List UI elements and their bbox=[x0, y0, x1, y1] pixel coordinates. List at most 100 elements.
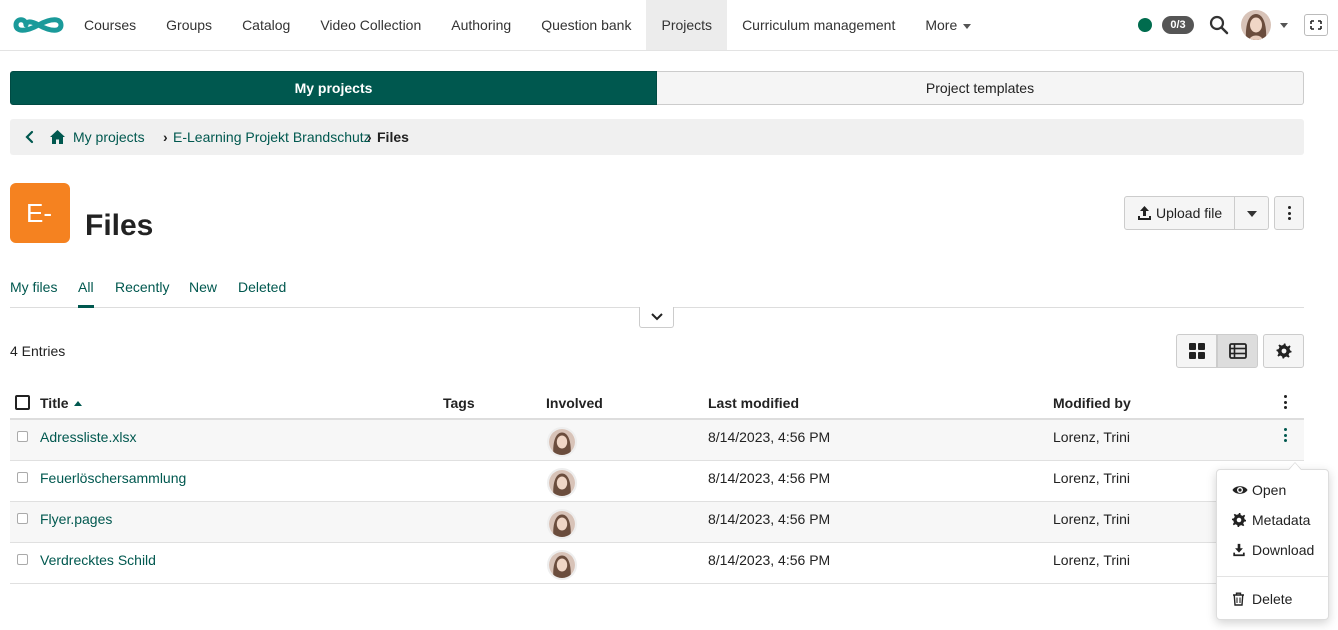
home-icon[interactable] bbox=[49, 129, 66, 145]
tab-deleted[interactable]: Deleted bbox=[238, 272, 286, 308]
file-title-link[interactable]: Verdrecktes Schild bbox=[40, 552, 156, 568]
row-context-menu: Open Metadata Download Delete bbox=[1216, 469, 1329, 620]
fullscreen-button[interactable] bbox=[1304, 14, 1328, 36]
tab-project-templates[interactable]: Project templates bbox=[657, 71, 1304, 105]
last-modified-date: 8/14/2023, 4:56 PM bbox=[708, 429, 831, 445]
nav-courses[interactable]: Courses bbox=[69, 0, 151, 50]
menu-divider bbox=[1217, 576, 1328, 577]
breadcrumb-my-projects[interactable]: My projects bbox=[73, 119, 145, 155]
tab-recently[interactable]: Recently bbox=[115, 272, 169, 308]
search-icon[interactable] bbox=[1209, 15, 1229, 35]
menu-item-delete-label: Delete bbox=[1252, 591, 1293, 607]
menu-item-metadata[interactable]: Metadata bbox=[1217, 507, 1328, 533]
nav-question-bank[interactable]: Question bank bbox=[526, 0, 646, 50]
online-status-icon[interactable] bbox=[1138, 18, 1152, 32]
file-title-link[interactable]: Feuerlöschersammlung bbox=[40, 470, 186, 486]
involved-avatar bbox=[547, 468, 577, 498]
last-modified-date: 8/14/2023, 4:56 PM bbox=[708, 552, 831, 568]
select-all-checkbox[interactable] bbox=[15, 395, 30, 410]
user-avatar[interactable] bbox=[1241, 10, 1271, 40]
nav-more-label: More bbox=[925, 17, 958, 33]
breadcrumb: My projects › E-Learning Projekt Brandsc… bbox=[10, 119, 1304, 155]
nav-more[interactable]: More bbox=[910, 0, 986, 50]
nav-catalog[interactable]: Catalog bbox=[227, 0, 305, 50]
chevron-down-icon bbox=[1247, 211, 1257, 217]
column-options-icon[interactable] bbox=[1280, 395, 1290, 411]
grid-icon bbox=[1188, 343, 1205, 359]
nav-curriculum-management[interactable]: Curriculum management bbox=[727, 0, 910, 50]
user-menu-chevron-icon[interactable] bbox=[1280, 23, 1288, 28]
row-checkbox[interactable] bbox=[17, 513, 28, 524]
tab-my-files[interactable]: My files bbox=[10, 272, 57, 308]
entries-count: 4 Entries bbox=[10, 343, 66, 359]
tab-all[interactable]: All bbox=[78, 272, 94, 308]
more-actions-button[interactable] bbox=[1274, 196, 1304, 230]
nav-groups[interactable]: Groups bbox=[151, 0, 227, 50]
involved-avatar bbox=[547, 550, 577, 580]
menu-item-open[interactable]: Open bbox=[1217, 477, 1328, 503]
row-actions-icon[interactable] bbox=[1280, 428, 1290, 444]
openolat-logo-icon[interactable] bbox=[12, 12, 65, 38]
gear-icon bbox=[1232, 513, 1246, 527]
last-modified-date: 8/14/2023, 4:56 PM bbox=[708, 470, 831, 486]
row-checkbox[interactable] bbox=[17, 554, 28, 565]
column-title[interactable]: Title bbox=[40, 386, 82, 420]
nav-authoring-label: Authoring bbox=[451, 17, 512, 33]
list-icon bbox=[1228, 343, 1247, 359]
user-portrait-icon bbox=[549, 511, 575, 537]
nav-projects-label: Projects bbox=[661, 17, 713, 33]
tab-new[interactable]: New bbox=[189, 272, 217, 308]
breadcrumb-separator-icon: › bbox=[163, 129, 168, 145]
table-row: Flyer.pages 8/14/2023, 4:56 PM Lorenz, T… bbox=[10, 502, 1304, 543]
nav-courses-label: Courses bbox=[84, 17, 137, 33]
user-portrait-icon bbox=[549, 470, 575, 496]
nav-video-collection[interactable]: Video Collection bbox=[305, 0, 436, 50]
breadcrumb-separator-icon: › bbox=[367, 129, 372, 145]
involved-avatar bbox=[547, 427, 577, 457]
sort-ascending-icon bbox=[73, 401, 82, 406]
user-portrait-icon bbox=[1241, 10, 1271, 40]
file-title-link[interactable]: Flyer.pages bbox=[40, 511, 112, 527]
table-row: Verdrecktes Schild 8/14/2023, 4:56 PM Lo… bbox=[10, 543, 1304, 584]
download-icon bbox=[1233, 543, 1245, 557]
nav-projects[interactable]: Projects bbox=[646, 0, 728, 50]
row-checkbox[interactable] bbox=[17, 431, 28, 442]
counter-badge[interactable]: 0/3 bbox=[1162, 16, 1194, 34]
back-icon[interactable] bbox=[23, 129, 37, 145]
expand-filters-button[interactable] bbox=[639, 307, 674, 328]
column-tags[interactable]: Tags bbox=[443, 386, 475, 420]
nav-catalog-label: Catalog bbox=[242, 17, 291, 33]
trash-icon bbox=[1233, 592, 1244, 606]
upload-options-button[interactable] bbox=[1234, 196, 1269, 230]
file-title-link[interactable]: Adressliste.xlsx bbox=[40, 429, 136, 445]
modified-by-name: Lorenz, Trini bbox=[1053, 470, 1131, 486]
column-involved[interactable]: Involved bbox=[546, 386, 603, 420]
upload-icon bbox=[1138, 206, 1151, 220]
eye-icon bbox=[1232, 486, 1248, 494]
table-header: Title Tags Involved Last modified Modifi… bbox=[10, 386, 1304, 420]
nav-authoring[interactable]: Authoring bbox=[436, 0, 526, 50]
fullscreen-icon bbox=[1310, 20, 1322, 30]
chevron-down-icon bbox=[963, 23, 972, 29]
main-menu: Courses Groups Catalog Video Collection … bbox=[69, 0, 986, 50]
list-view-button[interactable] bbox=[1217, 334, 1258, 368]
breadcrumb-current: Files bbox=[377, 129, 409, 145]
breadcrumb-project[interactable]: E-Learning Projekt Brandschutz bbox=[173, 119, 371, 155]
involved-avatar bbox=[547, 509, 577, 539]
upload-file-button[interactable]: Upload file bbox=[1124, 196, 1235, 230]
tab-my-projects[interactable]: My projects bbox=[10, 71, 657, 105]
chevron-down-icon bbox=[651, 313, 663, 321]
nav-video-collection-label: Video Collection bbox=[320, 17, 422, 33]
menu-item-delete[interactable]: Delete bbox=[1217, 586, 1328, 612]
file-filter-tabs: My files All Recently New Deleted bbox=[10, 272, 1304, 308]
table-settings-button[interactable] bbox=[1263, 334, 1304, 368]
page-title: Files bbox=[85, 209, 154, 242]
menu-item-download[interactable]: Download bbox=[1217, 537, 1328, 563]
column-modified-by[interactable]: Modified by bbox=[1053, 386, 1131, 420]
table-row: Adressliste.xlsx 8/14/2023, 4:56 PM Lore… bbox=[10, 420, 1304, 461]
nav-curriculum-management-label: Curriculum management bbox=[742, 17, 896, 33]
column-last-modified[interactable]: Last modified bbox=[708, 386, 799, 420]
row-checkbox[interactable] bbox=[17, 472, 28, 483]
grid-view-button[interactable] bbox=[1176, 334, 1217, 368]
upload-file-label: Upload file bbox=[1156, 205, 1223, 221]
